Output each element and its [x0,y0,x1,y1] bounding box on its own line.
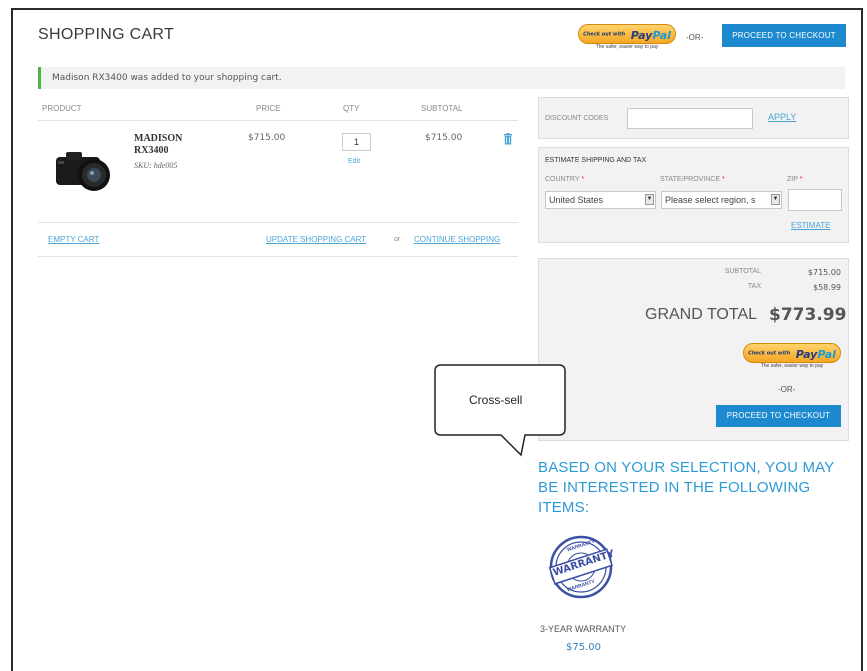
or-separator: -OR- [686,33,704,42]
paypal-brand-pal: Pal [652,29,671,42]
state-label-text: STATE/PROVINCE [660,176,721,183]
state-label: STATE/PROVINCE * [660,176,725,183]
estimate-link[interactable]: ESTIMATE [791,221,830,230]
grand-total-label: GRAND TOTAL [645,306,758,323]
edit-link[interactable]: Edit [348,158,360,165]
paypal-checkout-with: Check out with [583,31,626,38]
chevron-down-icon: ▼ [771,194,780,205]
state-required: * [721,176,725,183]
actions-divider [38,256,518,257]
tax-label: TAX [747,283,761,290]
proceed-to-checkout-button-bottom[interactable]: PROCEED TO CHECKOUT [716,405,841,427]
shipping-title: ESTIMATE SHIPPING AND TAX [545,157,647,164]
zip-input[interactable] [788,189,842,211]
discount-panel: DISCOUNT CODES APPLY [538,97,849,139]
paypal-checkout-with: Check out with [748,350,791,357]
trash-icon [504,133,512,145]
page-title: SHOPPING CART [38,26,175,43]
row-divider [38,222,518,223]
subtotal-label: SUBTOTAL [724,268,761,275]
callout-bubble [434,364,566,457]
crosssell-item-price: $75.00 [566,642,601,653]
col-header-subtotal: SUBTOTAL [421,104,463,113]
discount-code-input[interactable] [627,108,753,129]
zip-label: ZIP * [787,176,802,183]
proceed-to-checkout-button[interactable]: PROCEED TO CHECKOUT [722,24,846,47]
callout-text: Cross-sell [469,393,523,407]
paypal-button[interactable]: Check out with PayPal [578,24,676,44]
state-select[interactable]: Please select region, s ▼ [661,191,782,209]
empty-cart-link[interactable]: EMPTY CART [48,235,99,244]
actions-or: or [394,236,401,243]
shipping-panel: ESTIMATE SHIPPING AND TAX COUNTRY * STAT… [538,147,849,243]
product-name[interactable]: MADISON RX3400 [134,133,204,157]
camera-icon [56,152,110,191]
paypal-brand-pay: Pay [630,29,653,42]
grand-total-value: $773.99 [769,305,847,325]
product-subtotal: $715.00 [425,133,463,143]
col-header-qty: QTY [343,104,360,113]
product-image[interactable] [52,147,116,195]
qty-input[interactable]: 1 [342,133,371,151]
product-sku: SKU: hde005 [134,161,178,170]
paypal-checkout-top[interactable]: Check out with PayPal The safer, easier … [578,24,676,50]
country-label: COUNTRY * [545,176,584,183]
zip-required: * [799,176,803,183]
country-select[interactable]: United States ▼ [545,191,656,209]
table-divider [38,120,518,121]
apply-discount-link[interactable]: APPLY [768,112,796,122]
totals-panel: SUBTOTAL $715.00 TAX $58.99 GRAND TOTAL … [538,258,849,441]
chevron-down-icon: ▼ [645,194,654,205]
success-accent [38,67,41,89]
delete-item-button[interactable] [503,132,513,150]
paypal-brand-pay: Pay [795,348,818,361]
col-header-price: PRICE [256,104,281,113]
crosssell-title: BASED ON YOUR SELECTION, YOU MAY BE INTE… [538,459,835,516]
update-cart-link[interactable]: UPDATE SHOPPING CART [266,235,366,244]
warranty-badge-image[interactable]: WARRANTY WARRANTY WARRANTY [548,534,616,605]
paypal-brand-pal: Pal [817,348,836,361]
state-value: Please select region, s [665,195,756,205]
paypal-button[interactable]: Check out with PayPal [743,343,841,363]
country-required: * [581,176,585,183]
success-message: Madison RX3400 was added to your shoppin… [38,67,845,89]
product-price: $715.00 [248,133,286,143]
continue-shopping-link[interactable]: CONTINUE SHOPPING [414,235,500,244]
discount-label: DISCOUNT CODES [545,115,609,122]
totals-or: -OR- [778,385,796,394]
country-label-text: COUNTRY [545,176,580,183]
crosssell-item-name[interactable]: 3-YEAR WARRANTY [540,624,626,634]
success-message-text: Madison RX3400 was added to your shoppin… [52,73,282,83]
col-header-product: PRODUCT [42,104,82,113]
paypal-checkout-bottom[interactable]: Check out with PayPal The safer, easier … [743,343,841,369]
country-value: United States [549,195,604,205]
subtotal-value: $715.00 [807,268,841,277]
zip-label-text: ZIP [787,176,798,183]
tax-value: $58.99 [813,283,841,292]
